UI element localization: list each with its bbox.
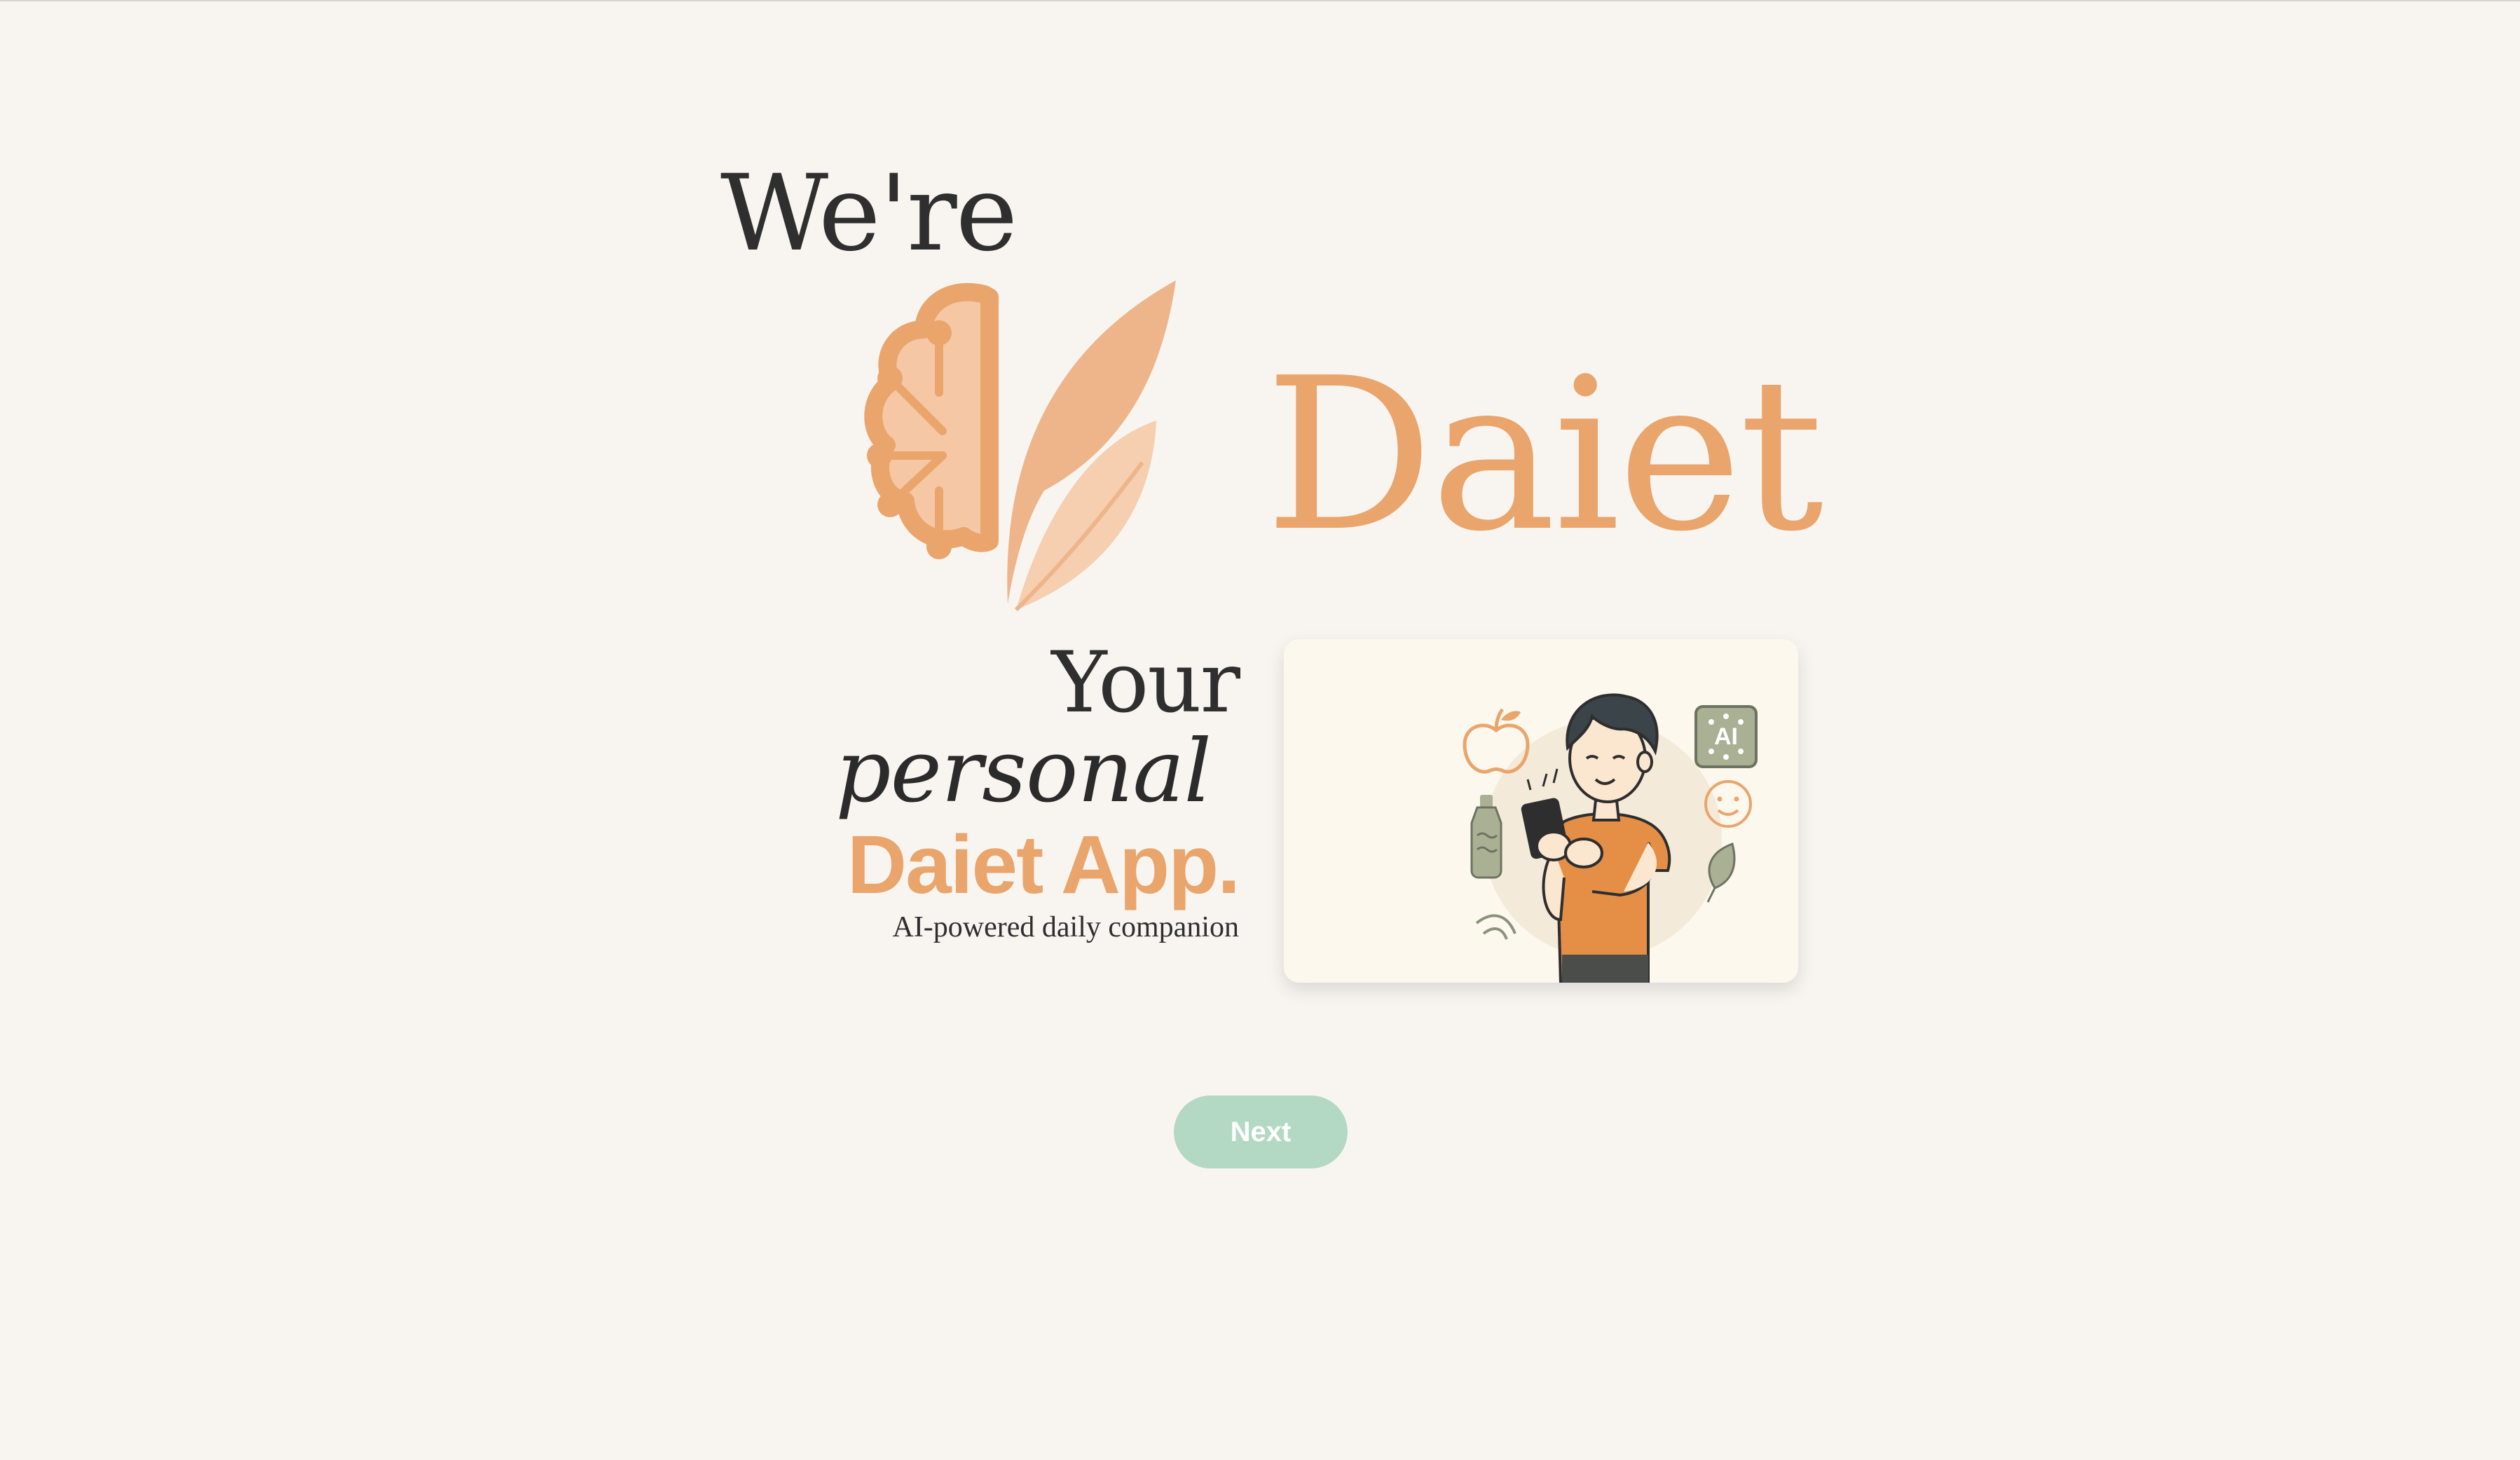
brain-leaf-logo-icon — [813, 280, 1177, 617]
tagline-personal: personal — [835, 721, 1212, 822]
intro-heading: We're — [720, 153, 1018, 275]
tagline-subtitle: AI-powered daily companion — [892, 910, 1239, 943]
ai-chip-icon: AI — [1694, 705, 1758, 768]
top-border — [0, 0, 2520, 1]
tagline-app-name: Daiet App. — [847, 818, 1240, 911]
ai-chip-label: AI — [1714, 723, 1738, 750]
person-with-phone-illustration: AI — [1463, 693, 1758, 983]
tagline: Your personal Daiet App. AI-powered dail… — [835, 634, 1240, 944]
illustration-card: AI — [1284, 639, 1798, 983]
brand-name: Daiet — [1265, 333, 1823, 578]
next-button[interactable]: Next — [1174, 1096, 1348, 1168]
tagline-your: Your — [1051, 634, 1240, 732]
